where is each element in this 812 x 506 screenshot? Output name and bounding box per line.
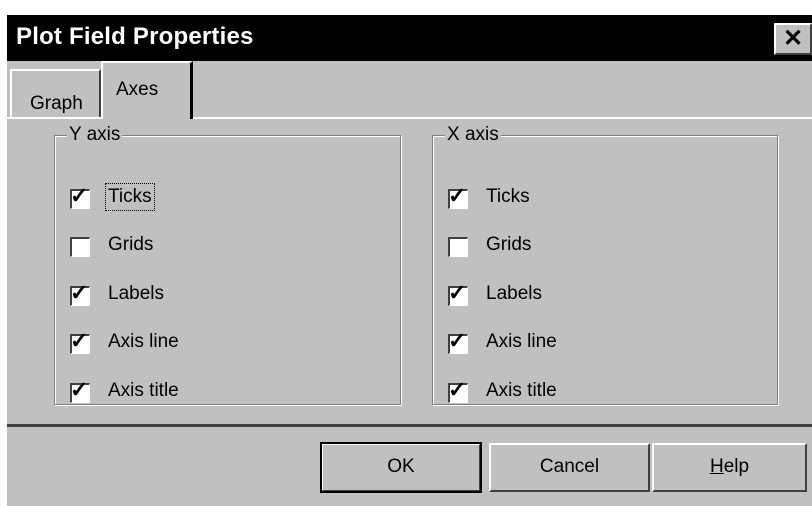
window-title: Plot Field Properties bbox=[16, 23, 254, 50]
x-axis-title-label: Axis title bbox=[486, 380, 557, 401]
checkmark-icon: ✓ bbox=[70, 377, 89, 402]
tab-axes-label: Axes bbox=[116, 79, 159, 100]
close-icon: ✕ bbox=[782, 25, 804, 52]
checkmark-icon: ✓ bbox=[448, 280, 467, 305]
plot-field-properties-dialog: Plot Field Properties ✕ Graph Axes Y axi… bbox=[7, 15, 812, 506]
y-labels-checkbox[interactable]: ✓ bbox=[70, 282, 90, 306]
tab-panel-bottom-border bbox=[7, 424, 812, 427]
checkmark-icon: ✓ bbox=[448, 328, 467, 353]
checkmark-icon: ✓ bbox=[448, 183, 467, 208]
x-ticks-label: Ticks bbox=[486, 186, 530, 207]
checkmark-icon: ✓ bbox=[448, 377, 467, 402]
x-grids-checkbox[interactable] bbox=[448, 237, 468, 257]
y-grids-label: Grids bbox=[108, 234, 154, 255]
cancel-button[interactable]: Cancel bbox=[489, 443, 650, 492]
tab-strip-border-left bbox=[7, 117, 101, 119]
y-axis-line-label: Axis line bbox=[108, 331, 179, 352]
y-axis-title-label: Axis title bbox=[108, 380, 179, 401]
tab-graph-label: Graph bbox=[30, 93, 83, 114]
y-ticks-label: Ticks bbox=[105, 183, 155, 211]
ok-button[interactable]: OK bbox=[320, 442, 482, 493]
y-axis-title-checkbox[interactable]: ✓ bbox=[70, 379, 90, 403]
y-axis-legend: Y axis bbox=[67, 124, 123, 146]
y-ticks-checkbox[interactable]: ✓ bbox=[70, 185, 90, 209]
checkmark-icon: ✓ bbox=[70, 328, 89, 353]
tab-strip-border-right bbox=[193, 117, 812, 119]
y-grids-checkbox[interactable] bbox=[70, 237, 90, 257]
x-axis-line-checkbox[interactable]: ✓ bbox=[448, 330, 468, 354]
x-axis-legend: X axis bbox=[445, 124, 501, 146]
y-labels-label: Labels bbox=[108, 283, 164, 304]
checkmark-icon: ✓ bbox=[70, 280, 89, 305]
x-grids-label: Grids bbox=[486, 234, 532, 255]
x-axis-title-checkbox[interactable]: ✓ bbox=[448, 379, 468, 403]
y-axis-line-checkbox[interactable]: ✓ bbox=[70, 330, 90, 354]
tab-axes[interactable]: Axes bbox=[101, 61, 193, 119]
checkmark-icon: ✓ bbox=[70, 183, 89, 208]
x-axis-group: X axis ✓ Ticks Grids ✓ Labels ✓ Axis lin… bbox=[432, 124, 778, 405]
x-labels-checkbox[interactable]: ✓ bbox=[448, 282, 468, 306]
close-button[interactable]: ✕ bbox=[774, 23, 812, 55]
title-bar[interactable]: Plot Field Properties ✕ bbox=[7, 15, 812, 61]
x-ticks-checkbox[interactable]: ✓ bbox=[448, 185, 468, 209]
help-button[interactable]: Help bbox=[652, 443, 807, 492]
x-labels-label: Labels bbox=[486, 283, 542, 304]
x-axis-line-label: Axis line bbox=[486, 331, 557, 352]
y-axis-group: Y axis ✓ Ticks Grids ✓ Labels ✓ Axis lin… bbox=[54, 124, 401, 405]
tab-graph[interactable]: Graph bbox=[10, 69, 101, 117]
